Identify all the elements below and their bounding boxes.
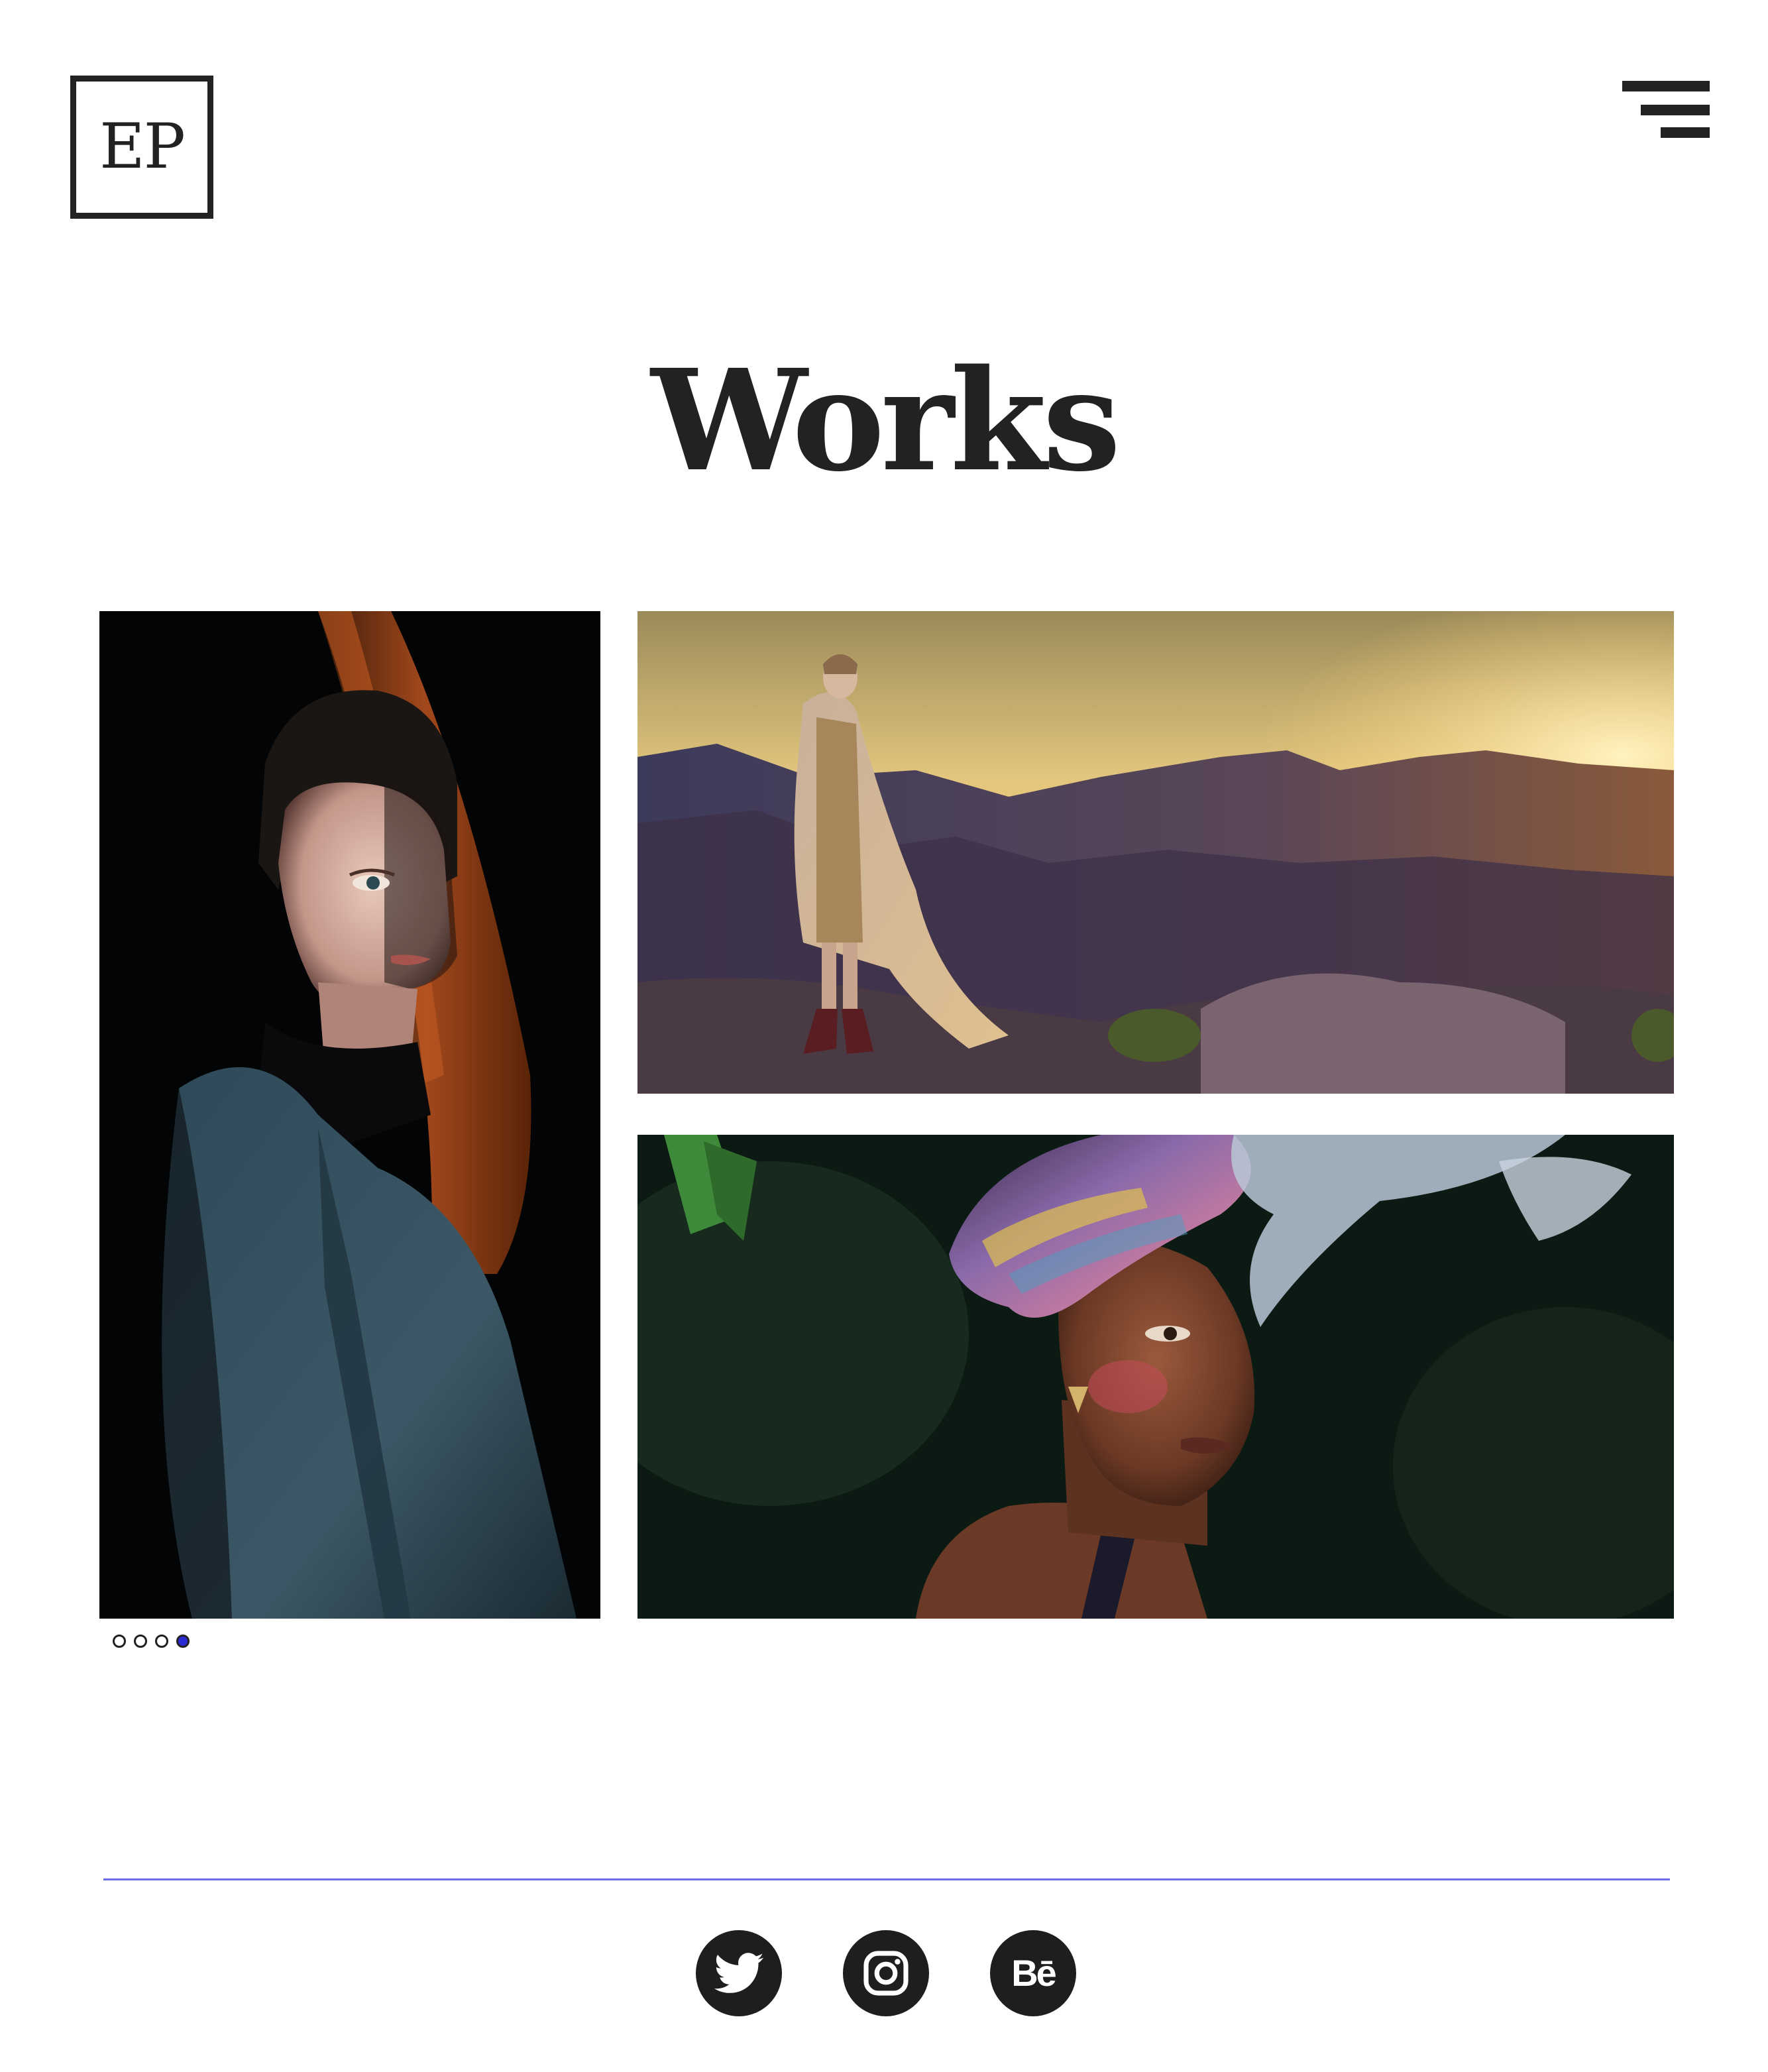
gallery-photo-portrait[interactable] [99, 611, 600, 1619]
behance-label: Bē [1011, 1952, 1057, 1994]
gallery-photo-canyon[interactable] [637, 611, 1674, 1094]
hamburger-menu-icon[interactable] [1622, 78, 1710, 139]
portrait-image [99, 611, 600, 1619]
carousel-dot-1[interactable] [113, 1635, 126, 1648]
carousel-dot-4[interactable] [176, 1635, 190, 1648]
logo[interactable]: EP [70, 76, 213, 219]
menu-bar [1622, 81, 1710, 91]
carousel-dot-3[interactable] [155, 1635, 168, 1648]
social-links: Bē [696, 1930, 1076, 2016]
gallery-photo-headwrap[interactable] [637, 1135, 1674, 1619]
menu-bar [1661, 127, 1710, 138]
canyon-image [637, 611, 1674, 1094]
carousel-dot-2[interactable] [134, 1635, 147, 1648]
headwrap-image [637, 1135, 1674, 1619]
twitter-icon[interactable] [696, 1930, 782, 2016]
carousel-dots [113, 1635, 190, 1648]
logo-text: EP [99, 111, 186, 183]
page-title: Works [651, 339, 1121, 502]
instagram-icon[interactable] [843, 1930, 929, 2016]
behance-icon[interactable]: Bē [990, 1930, 1076, 2016]
menu-bar [1641, 105, 1710, 115]
footer-divider [103, 1878, 1670, 1880]
